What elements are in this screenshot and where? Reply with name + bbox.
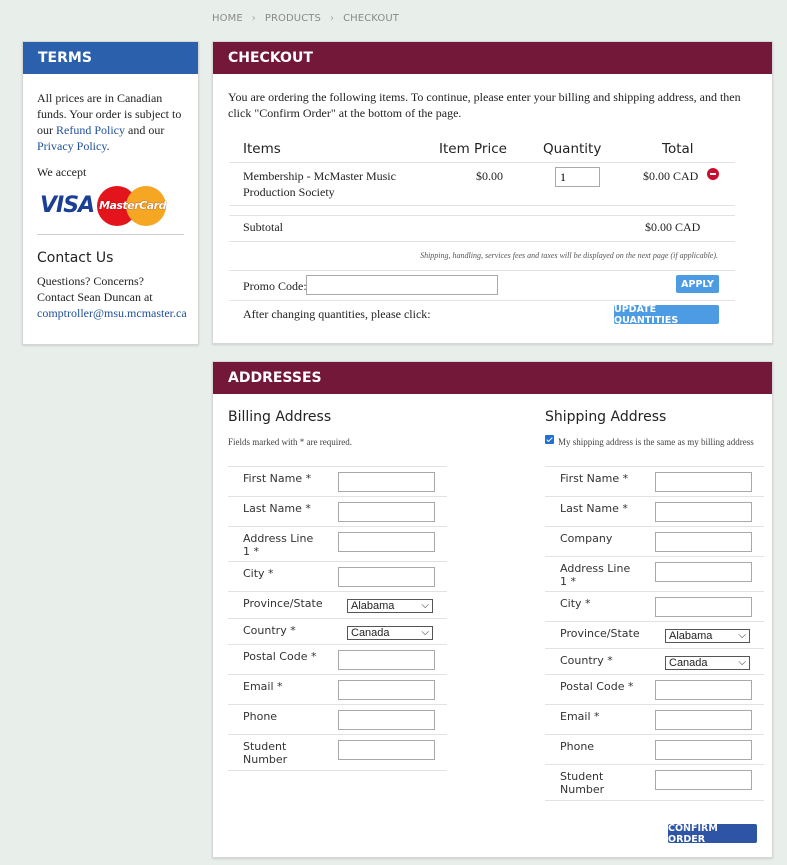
shipping-city-input[interactable] xyxy=(655,597,752,617)
contact-us-heading: Contact Us xyxy=(37,250,114,266)
update-quantities-button[interactable]: UPDATE QUANTITIES xyxy=(614,304,719,326)
update-quantities-text: After changing quantities, please click: xyxy=(243,307,431,321)
addresses-header: ADDRESSES xyxy=(213,362,772,394)
shipping-postal-label: Postal Code * xyxy=(560,680,634,693)
shipping-email-label: Email * xyxy=(560,710,600,723)
chevron-down-icon: ⌵ xyxy=(421,627,429,638)
checkout-intro: You are ordering the following items. To… xyxy=(228,90,741,120)
chevron-down-icon: ⌵ xyxy=(738,630,746,641)
billing-city-label: City * xyxy=(243,567,274,580)
divider xyxy=(37,234,184,235)
billing-phone-input[interactable] xyxy=(338,710,435,730)
terms-panel: TERMS All prices are in Canadian funds. … xyxy=(22,41,199,345)
shipping-student-label: Student Number xyxy=(560,770,605,796)
item-price: $0.00 xyxy=(476,169,503,183)
shipping-address-heading: Shipping Address xyxy=(545,409,667,425)
billing-email-label: Email * xyxy=(243,680,283,693)
shipping-postal-input[interactable] xyxy=(655,680,752,700)
shipping-address1-label: Address Line 1 * xyxy=(560,562,631,588)
breadcrumb-checkout: CHECKOUT xyxy=(343,13,399,24)
billing-phone-label: Phone xyxy=(243,710,278,723)
visa-logo: VISA xyxy=(40,193,95,218)
billing-first-name-label: First Name * xyxy=(243,472,312,485)
terms-text: All prices are in Canadian funds. Your o… xyxy=(37,91,182,153)
shipping-company-label: Company xyxy=(560,532,613,545)
billing-city-input[interactable] xyxy=(338,567,435,587)
shipping-phone-label: Phone xyxy=(560,740,595,753)
chevron-down-icon: ⌵ xyxy=(738,657,746,668)
shipping-first-name-input[interactable] xyxy=(655,472,752,492)
fees-note: Shipping, handling, services fees and ta… xyxy=(420,251,718,260)
shipping-phone-input[interactable] xyxy=(655,740,752,760)
promo-code-input[interactable] xyxy=(306,275,498,295)
shipping-last-name-input[interactable] xyxy=(655,502,752,522)
contact-text: Questions? Concerns? Contact Sean Duncan… xyxy=(37,274,187,320)
shipping-first-name-label: First Name * xyxy=(560,472,629,485)
billing-first-name-input[interactable] xyxy=(338,472,435,492)
shipping-student-input[interactable] xyxy=(655,770,752,790)
price-column-header: Item Price xyxy=(439,141,507,157)
billing-address1-input[interactable] xyxy=(338,532,435,552)
breadcrumb: HOME › PRODUCTS › CHECKOUT xyxy=(212,13,399,24)
billing-last-name-label: Last Name * xyxy=(243,502,311,515)
billing-postal-input[interactable] xyxy=(338,650,435,670)
billing-last-name-input[interactable] xyxy=(338,502,435,522)
billing-province-select[interactable]: Alabama ⌵ xyxy=(347,599,433,613)
chevron-right-icon: › xyxy=(329,13,335,24)
privacy-policy-link[interactable]: Privacy Policy xyxy=(37,139,107,153)
chevron-right-icon: › xyxy=(251,13,256,24)
quantity-input[interactable] xyxy=(555,167,600,187)
billing-postal-label: Postal Code * xyxy=(243,650,317,663)
terms-header: TERMS xyxy=(23,42,198,74)
checkout-panel: CHECKOUT You are ordering the following … xyxy=(212,41,773,344)
checkout-header: CHECKOUT xyxy=(213,42,772,74)
subtotal-value: $0.00 CAD xyxy=(645,220,701,234)
shipping-address1-input[interactable] xyxy=(655,562,752,582)
promo-code-label: Promo Code: xyxy=(243,279,307,293)
same-address-label: My shipping address is the same as my bi… xyxy=(558,437,754,447)
billing-country-select[interactable]: Canada ⌵ xyxy=(347,626,433,640)
mastercard-logo: MasterCard xyxy=(97,185,167,227)
billing-country-label: Country * xyxy=(243,624,296,637)
shipping-city-label: City * xyxy=(560,597,591,610)
shipping-last-name-label: Last Name * xyxy=(560,502,628,515)
billing-address-heading: Billing Address xyxy=(228,409,332,425)
billing-address1-label: Address Line 1 * xyxy=(243,532,314,558)
shipping-email-input[interactable] xyxy=(655,710,752,730)
addresses-panel: ADDRESSES Billing Address Fields marked … xyxy=(212,361,773,858)
apply-button[interactable]: APPLY xyxy=(676,275,719,293)
breadcrumb-home[interactable]: HOME xyxy=(212,13,243,24)
required-fields-note: Fields marked with * are required. xyxy=(228,437,352,447)
breadcrumb-products[interactable]: PRODUCTS xyxy=(265,13,321,24)
contact-email-link[interactable]: comptroller@msu.mcmaster.ca xyxy=(37,306,187,320)
shipping-country-select[interactable]: Canada ⌵ xyxy=(665,656,750,670)
billing-province-label: Province/State xyxy=(243,597,323,610)
billing-student-label: Student Number xyxy=(243,740,288,766)
we-accept-label: We accept xyxy=(37,165,87,179)
billing-student-input[interactable] xyxy=(338,740,435,760)
total-column-header: Total xyxy=(662,141,694,157)
items-column-header: Items xyxy=(243,141,281,157)
item-name: Membership - McMaster Music Production S… xyxy=(243,169,396,199)
confirm-order-button[interactable]: CONFIRM ORDER xyxy=(668,823,757,845)
shipping-country-label: Country * xyxy=(560,654,613,667)
subtotal-label: Subtotal xyxy=(243,220,284,234)
chevron-down-icon: ⌵ xyxy=(421,600,429,611)
item-total: $0.00 CAD xyxy=(643,169,699,183)
shipping-province-select[interactable]: Alabama ⌵ xyxy=(665,629,750,643)
payment-logos: VISA MasterCard xyxy=(37,184,184,228)
remove-item-icon[interactable] xyxy=(707,168,719,180)
shipping-province-label: Province/State xyxy=(560,627,640,640)
billing-email-input[interactable] xyxy=(338,680,435,700)
refund-policy-link[interactable]: Refund Policy xyxy=(56,123,125,137)
quantity-column-header: Quantity xyxy=(543,141,602,157)
shipping-company-input[interactable] xyxy=(655,532,752,552)
same-address-checkbox[interactable] xyxy=(545,435,554,444)
